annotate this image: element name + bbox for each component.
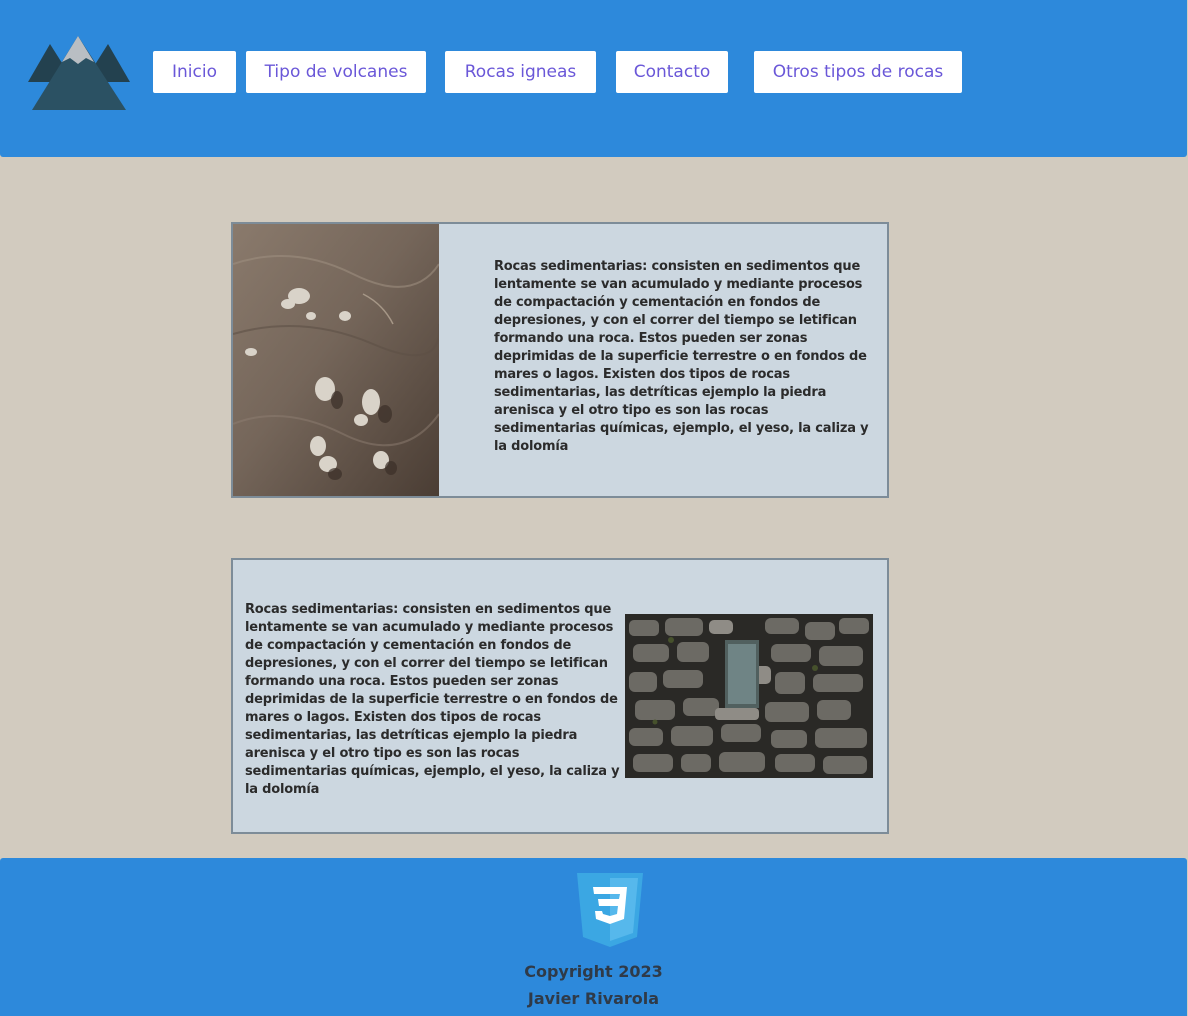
nav-otros-tipos-de-rocas-button[interactable]: Otros tipos de rocas [754,51,962,93]
rock-card-wall-text: Rocas sedimentarias: consisten en sedime… [245,602,620,797]
site-header: Inicio Tipo de volcanes Rocas igneas Con… [0,0,1187,157]
nav-contacto-button[interactable]: Contacto [616,51,728,93]
mountain-logo-icon[interactable] [28,34,130,112]
rock-card-sand: Rocas sedimentarias: consisten en sedime… [231,222,889,498]
rock-card-sand-text: Rocas sedimentarias: consisten en sedime… [494,259,869,454]
css3-icon [577,873,643,947]
footer-copyright: Copyright 2023 [524,962,663,981]
footer-author: Javier Rivarola [527,989,660,1008]
main-content: Rocas sedimentarias: consisten en sedime… [0,157,1182,858]
nav-inicio-button[interactable]: Inicio [153,51,236,93]
sand-rocks-image [233,224,439,496]
nav-tipo-de-volcanes-button[interactable]: Tipo de volcanes [246,51,426,93]
site-footer: Copyright 2023 Javier Rivarola [0,858,1187,1016]
rock-card-wall: Rocas sedimentarias: consisten en sedime… [231,558,889,834]
nav-rocas-igneas-button[interactable]: Rocas igneas [445,51,596,93]
stone-wall-window-image [625,614,873,778]
